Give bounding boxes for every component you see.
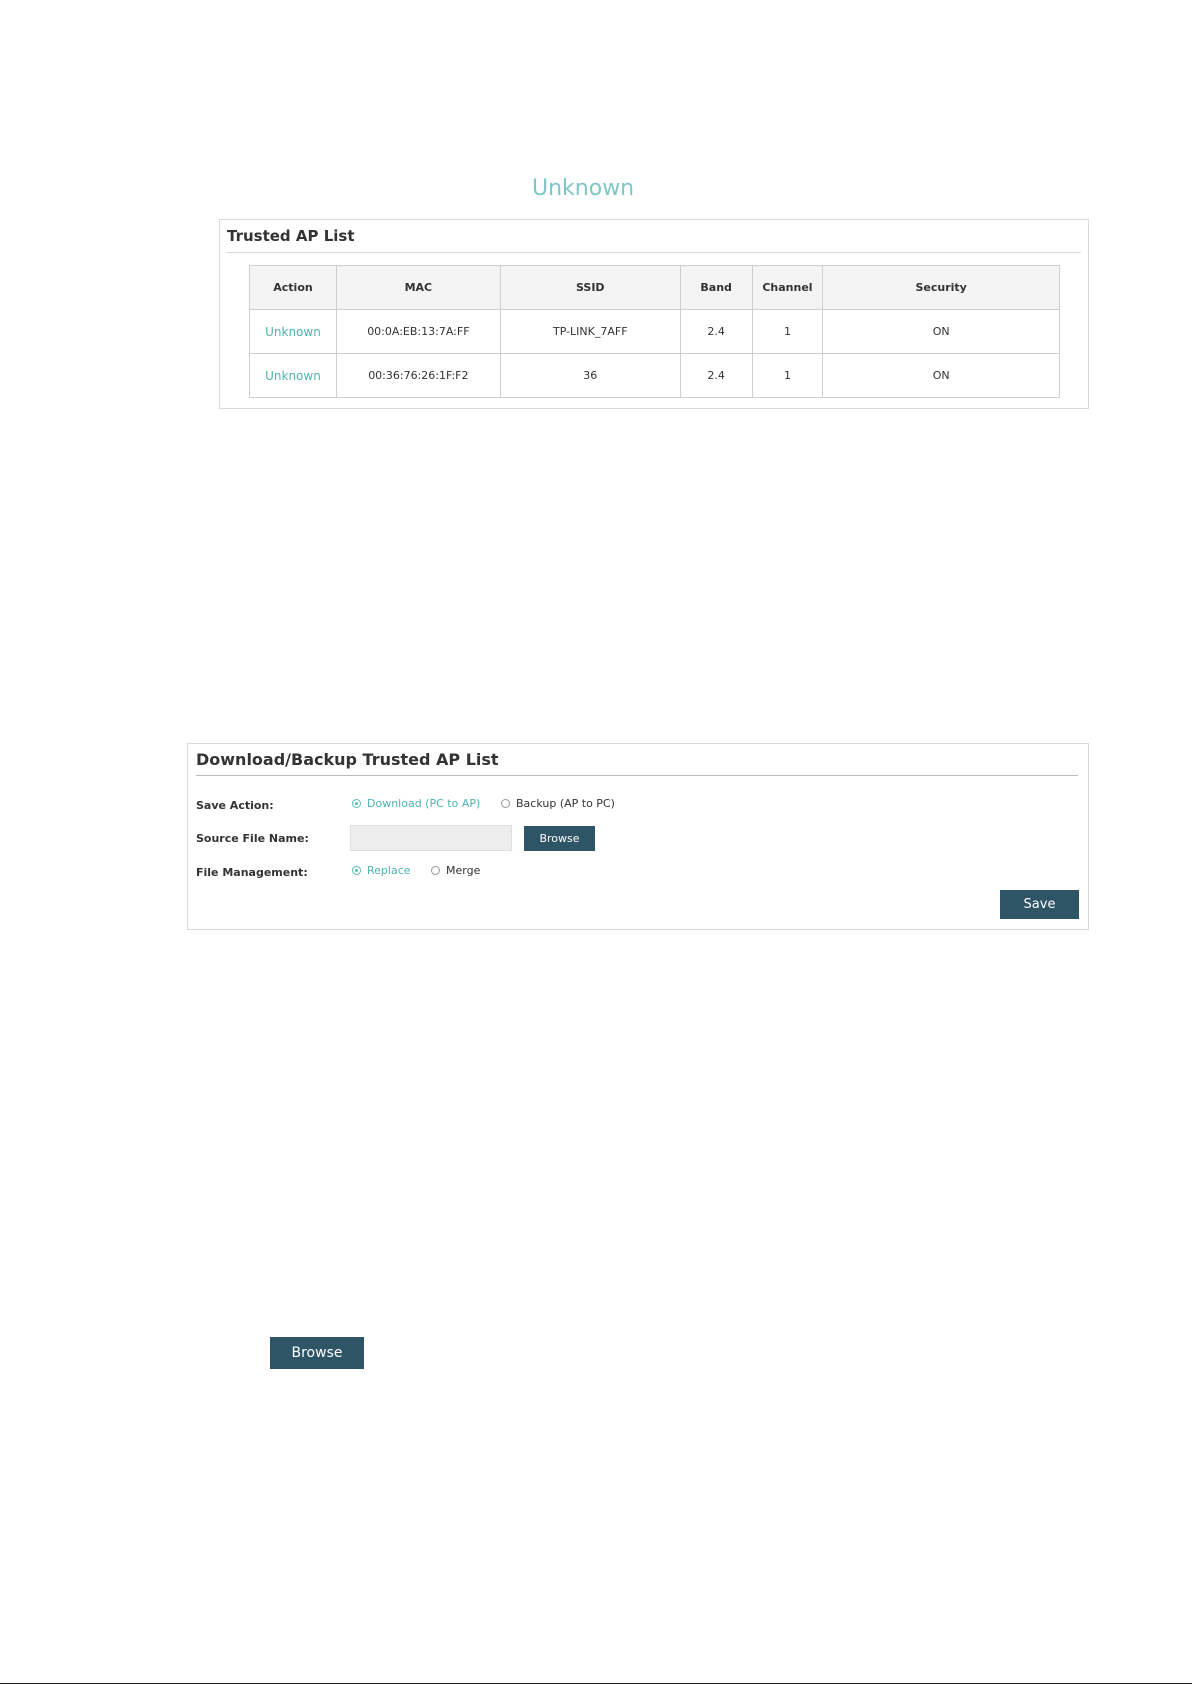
table-row: Unknown 00:36:76:26:1F:F2 36 2.4 1 ON bbox=[249, 353, 1060, 398]
cell-security: ON bbox=[822, 353, 1060, 398]
trusted-ap-list-panel: Trusted AP List Action MAC SSID Band Cha… bbox=[219, 219, 1089, 409]
cell-ssid: 36 bbox=[499, 353, 681, 398]
radio-label: Replace bbox=[367, 864, 411, 877]
table-row: Unknown 00:0A:EB:13:7A:FF TP-LINK_7AFF 2… bbox=[249, 309, 1060, 354]
cell-band: 2.4 bbox=[679, 353, 753, 398]
cell-mac: 00:36:76:26:1F:F2 bbox=[335, 353, 501, 398]
radio-label: Download (PC to AP) bbox=[367, 797, 481, 810]
column-header-mac: MAC bbox=[335, 265, 501, 310]
column-header-security: Security bbox=[822, 265, 1060, 310]
divider bbox=[196, 775, 1078, 776]
column-header-action: Action bbox=[249, 265, 337, 310]
file-management-label: File Management: bbox=[196, 866, 308, 879]
radio-label: Merge bbox=[446, 864, 481, 877]
column-header-channel: Channel bbox=[751, 265, 824, 310]
source-file-name-label: Source File Name: bbox=[196, 832, 309, 845]
radio-backup-ap-to-pc[interactable]: Backup (AP to PC) bbox=[501, 797, 615, 810]
radio-selected-icon bbox=[352, 866, 361, 875]
radio-replace[interactable]: Replace bbox=[352, 864, 411, 877]
row-action-link[interactable]: Unknown bbox=[249, 309, 337, 354]
table-header-row: Action MAC SSID Band Channel Security bbox=[249, 265, 1060, 310]
cell-channel: 1 bbox=[751, 309, 824, 354]
unknown-heading-link[interactable]: Unknown bbox=[532, 176, 634, 201]
column-header-ssid: SSID bbox=[499, 265, 681, 310]
source-file-input[interactable] bbox=[350, 825, 512, 851]
column-header-band: Band bbox=[679, 265, 753, 310]
page-footer-divider bbox=[0, 1683, 1192, 1684]
cell-security: ON bbox=[822, 309, 1060, 354]
trusted-ap-table: Action MAC SSID Band Channel Security Un… bbox=[249, 265, 1060, 398]
save-action-label: Save Action: bbox=[196, 799, 274, 812]
panel-title: Download/Backup Trusted AP List bbox=[196, 750, 499, 769]
cell-band: 2.4 bbox=[679, 309, 753, 354]
radio-download-pc-to-ap[interactable]: Download (PC to AP) bbox=[352, 797, 480, 810]
browse-button-large[interactable]: Browse bbox=[270, 1337, 364, 1369]
download-backup-panel: Download/Backup Trusted AP List Save Act… bbox=[187, 743, 1089, 930]
divider bbox=[227, 252, 1081, 253]
cell-ssid: TP-LINK_7AFF bbox=[499, 309, 681, 354]
row-action-link[interactable]: Unknown bbox=[249, 353, 337, 398]
radio-unselected-icon bbox=[501, 799, 510, 808]
panel-title: Trusted AP List bbox=[227, 227, 355, 245]
radio-selected-icon bbox=[352, 799, 361, 808]
save-button[interactable]: Save bbox=[1000, 890, 1079, 919]
cell-channel: 1 bbox=[751, 353, 824, 398]
radio-label: Backup (AP to PC) bbox=[516, 797, 615, 810]
browse-button[interactable]: Browse bbox=[524, 826, 595, 851]
radio-unselected-icon bbox=[431, 866, 440, 875]
radio-merge[interactable]: Merge bbox=[431, 864, 480, 877]
cell-mac: 00:0A:EB:13:7A:FF bbox=[335, 309, 501, 354]
